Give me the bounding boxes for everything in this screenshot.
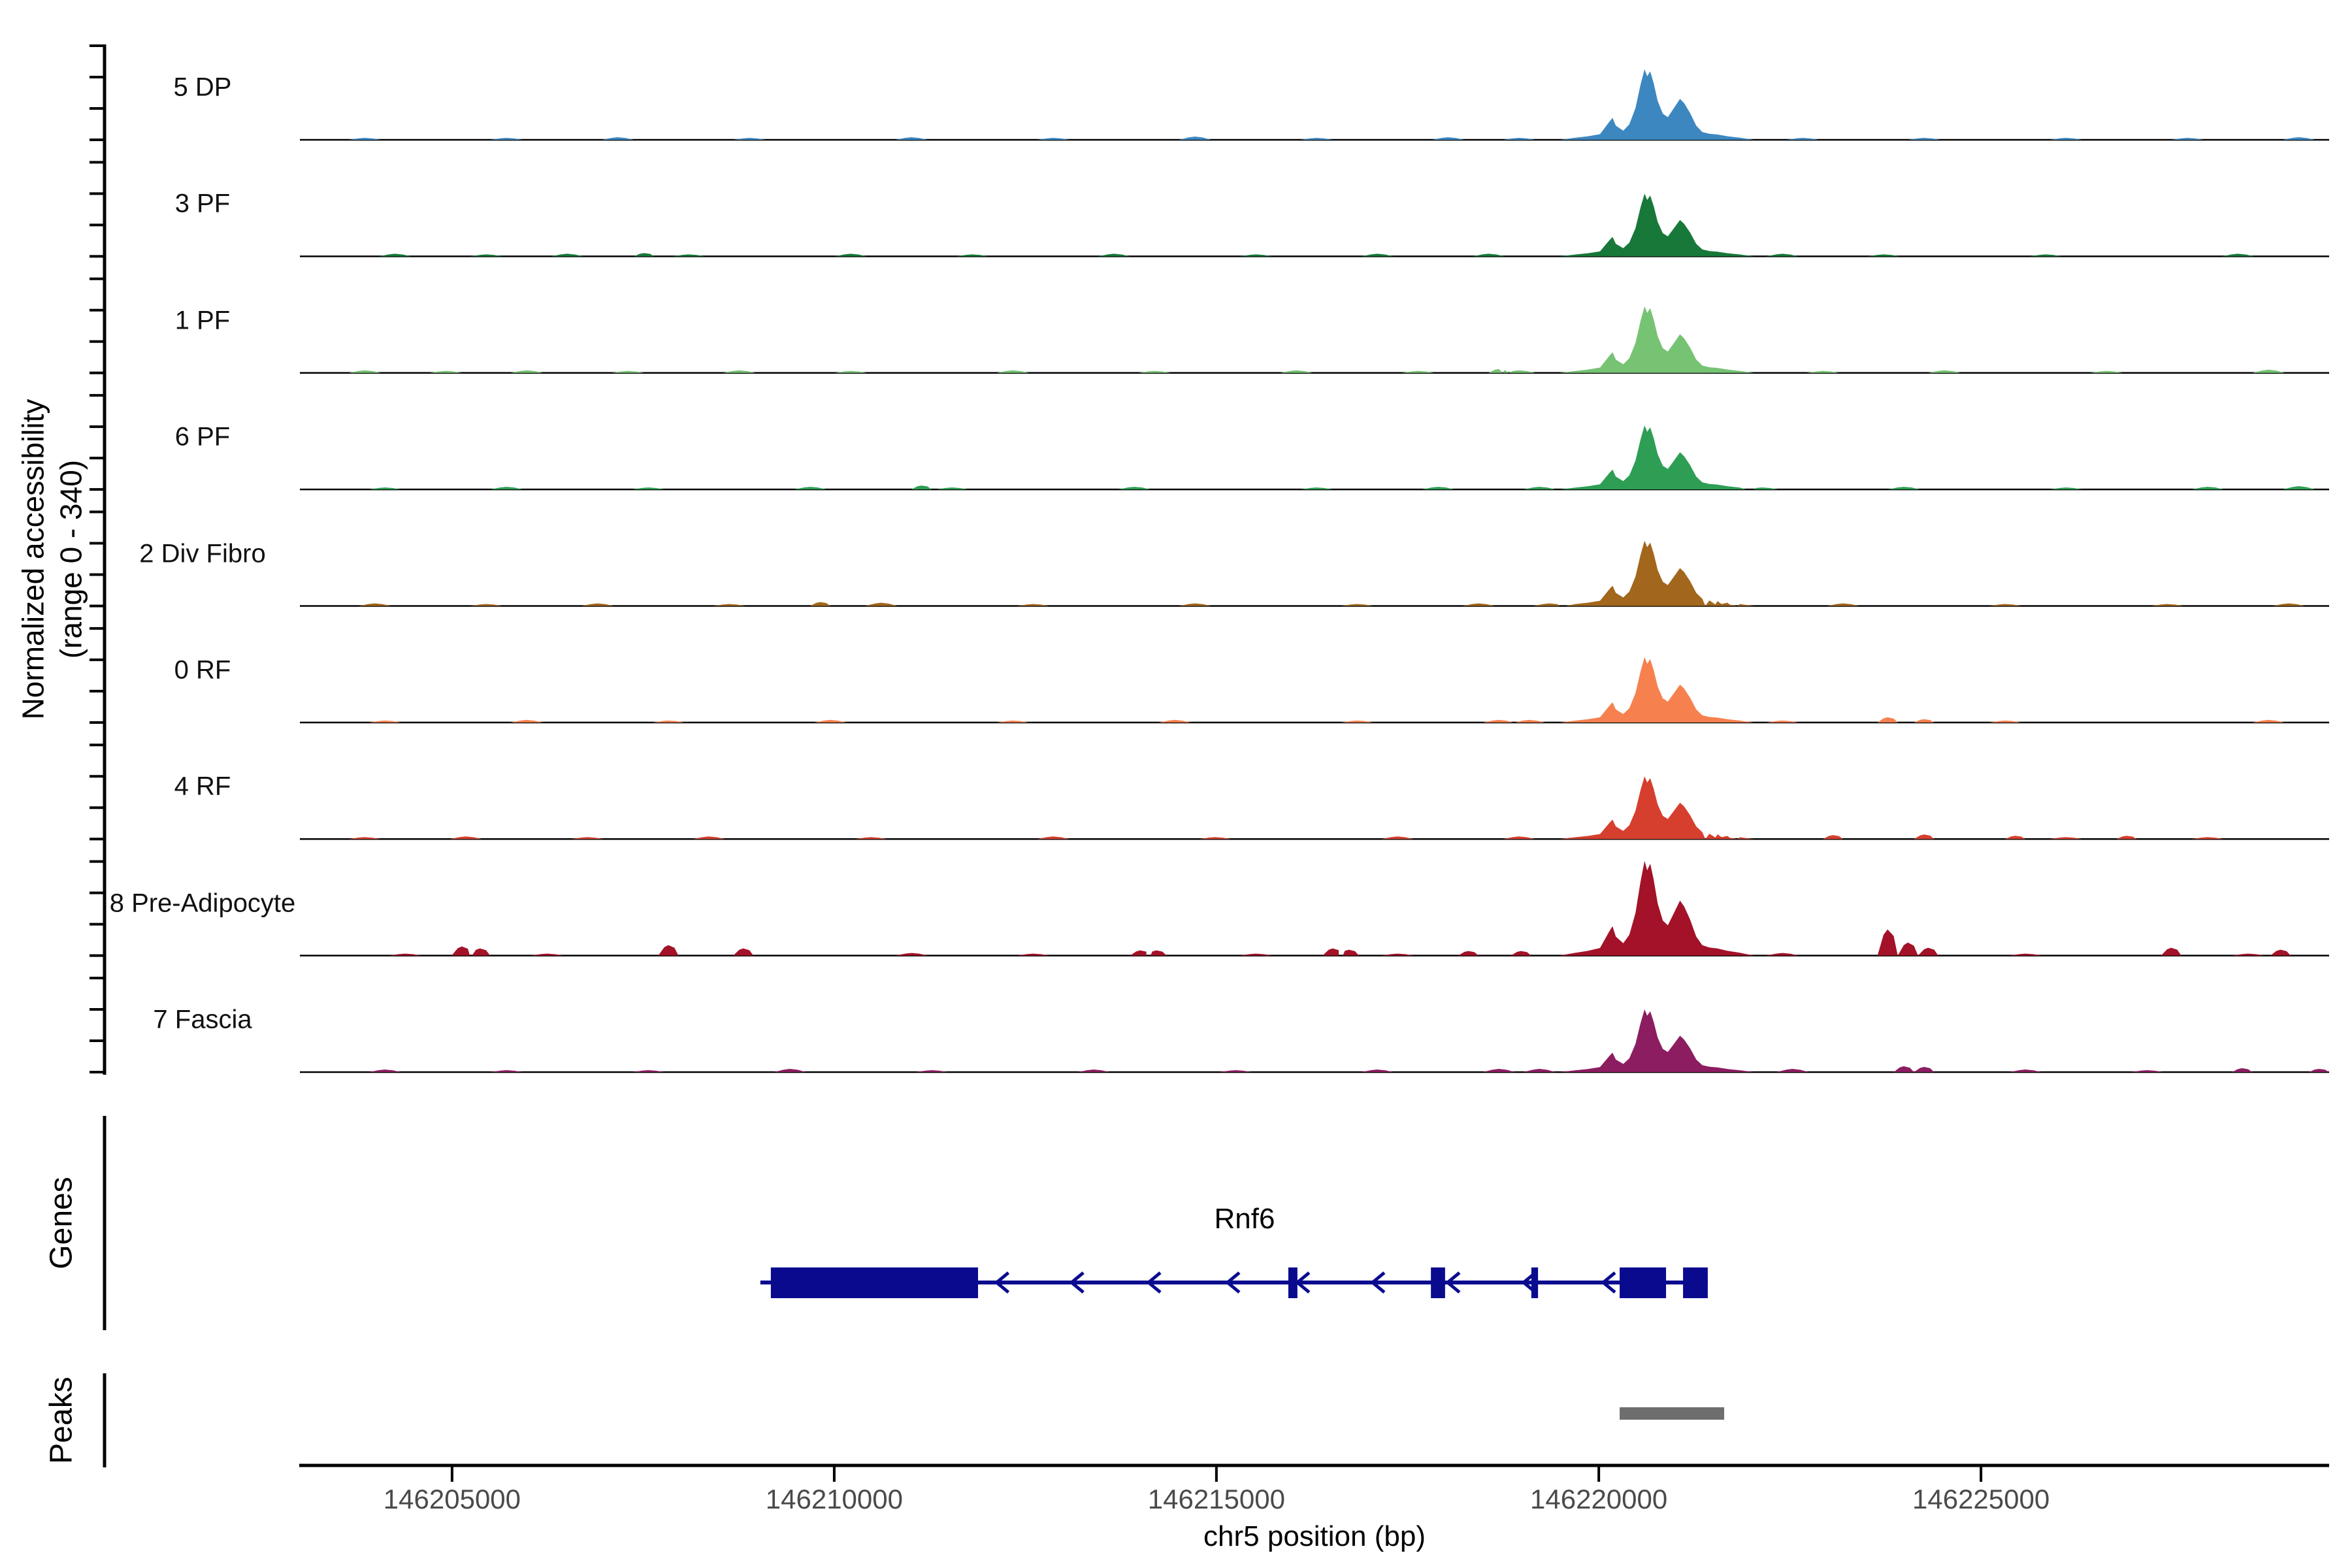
y-axis-label-line1: Normalized accessibility [15,399,53,720]
y-axis-label-line2: (range 0 - 340) [52,399,90,720]
genome-browser-figure: Normalized accessibility (range 0 - 340)… [0,0,2352,1568]
track-label: 8 Pre-Adipocyte [110,889,296,918]
gene-name-label: Rnf6 [1215,1203,1275,1235]
peaks-section-label: Peaks [44,1377,80,1463]
coverage-area-5-dp [304,69,2329,140]
gene-exon [1431,1267,1445,1298]
track-label: 2 Div Fibro [139,539,265,568]
track-label: 0 RF [174,655,231,685]
coverage-area-6-pf [304,425,2329,489]
y-axis-label: Normalized accessibility (range 0 - 340) [15,399,90,720]
genes-section-label: Genes [44,1177,80,1269]
x-axis-tick-label: 146205000 [384,1484,521,1515]
track-label: 3 PF [175,189,230,219]
coverage-area-7-fascia [304,1009,2329,1072]
coverage-area-2-div-fibro [304,541,2329,606]
x-axis-tick-label: 146215000 [1148,1484,1285,1515]
track-label: 4 RF [174,772,231,802]
gene-exon [1683,1267,1708,1298]
coverage-area-4-rf [304,776,2329,839]
peak-region-bar [1620,1407,1724,1420]
x-axis-tick-label: 146210000 [766,1484,903,1515]
tracks-plot-canvas [0,0,2352,1568]
x-axis-tick-label: 146220000 [1530,1484,1667,1515]
x-axis-title: chr5 position (bp) [1203,1520,1426,1553]
track-label: 6 PF [175,423,230,452]
x-axis-tick-label: 146225000 [1912,1484,2050,1515]
track-label: 7 Fascia [153,1005,252,1035]
coverage-area-8-pre-adipocyte [304,861,2329,956]
coverage-area-3-pf [304,193,2329,256]
coverage-area-0-rf [304,657,2329,723]
track-label: 1 PF [175,306,230,335]
coverage-area-1-pf [304,306,2329,373]
gene-exon [1620,1267,1666,1298]
gene-exon [771,1267,978,1298]
track-label: 5 DP [174,73,232,103]
